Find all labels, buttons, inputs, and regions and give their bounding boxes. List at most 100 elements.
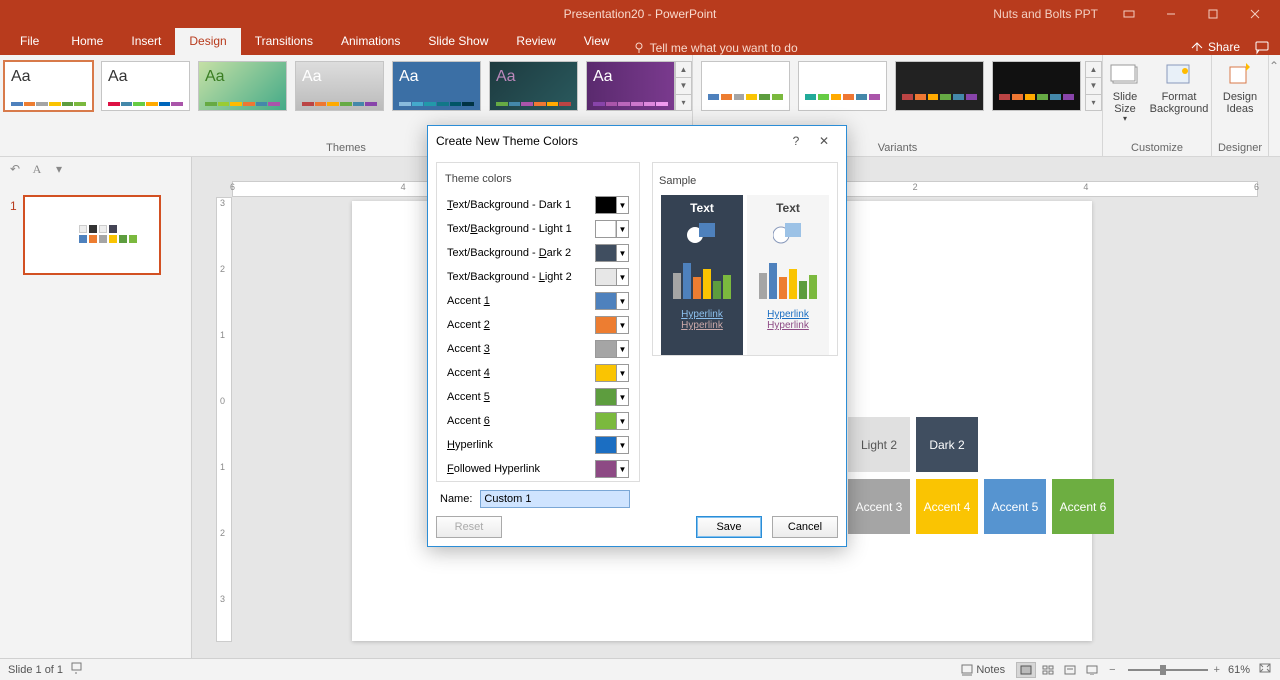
color-label: Accent 6 [447, 415, 490, 427]
zoom-level[interactable]: 61% [1228, 664, 1250, 676]
color-picker[interactable]: ▼ [595, 292, 629, 310]
collapse-ribbon-icon[interactable]: ⌃ [1269, 55, 1280, 156]
fit-to-window-icon[interactable] [1258, 662, 1272, 677]
color-row-3: Text/Background - Light 2 ▼ [447, 265, 629, 289]
group-themes-label: Themes [326, 142, 366, 154]
color-row-11: Followed Hyperlink ▼ [447, 457, 629, 481]
color-picker[interactable]: ▼ [595, 364, 629, 382]
theme-item-1[interactable]: Aa [101, 61, 190, 111]
close-icon[interactable] [1234, 2, 1276, 26]
name-label: Name: [440, 493, 472, 505]
slideshow-view-icon[interactable] [1082, 662, 1102, 678]
normal-view-icon[interactable] [1016, 662, 1036, 678]
color-row-8: Accent 5▼ [447, 385, 629, 409]
variant-item-3[interactable] [992, 61, 1081, 111]
color-picker[interactable]: ▼ [595, 388, 629, 406]
tab-slideshow[interactable]: Slide Show [414, 28, 502, 55]
qat-dropdown-icon[interactable]: ▾ [50, 160, 68, 178]
color-row-5: Accent 2▼ [447, 313, 629, 337]
dialog-title: Create New Theme Colors [436, 134, 782, 148]
color-row-10: Hyperlink▼ [447, 433, 629, 457]
variant-item-0[interactable] [701, 61, 790, 111]
theme-colors-legend: Theme colors [443, 173, 514, 185]
zoom-slider[interactable] [1128, 669, 1208, 671]
tab-review[interactable]: Review [502, 28, 569, 55]
color-picker[interactable]: ▼ [595, 412, 629, 430]
swatch-dark2: Dark 2 [916, 417, 978, 472]
spellcheck-icon[interactable] [71, 662, 85, 677]
reading-view-icon[interactable] [1060, 662, 1080, 678]
format-background-button[interactable]: Format Background [1147, 55, 1211, 156]
color-label: Text/Background - Dark 1 [447, 199, 571, 211]
save-button[interactable]: Save [696, 516, 762, 538]
user-label: Nuts and Bolts PPT [993, 7, 1098, 21]
color-picker[interactable]: ▼ [595, 244, 629, 262]
qat-undo-icon[interactable]: ↶ [6, 160, 24, 178]
color-label: Text/Background - Light 2 [447, 271, 572, 283]
color-label: Accent 1 [447, 295, 490, 307]
sample-legend: Sample [657, 175, 698, 187]
tab-design[interactable]: Design [175, 28, 240, 55]
color-label: Text/Background - Light 1 [447, 223, 572, 235]
variants-scroll[interactable]: ▲▼▾ [1085, 61, 1102, 111]
tab-view[interactable]: View [570, 28, 624, 55]
color-row-6: Accent 3▼ [447, 337, 629, 361]
dialog-help-icon[interactable]: ? [782, 129, 810, 153]
cancel-button[interactable]: Cancel [772, 516, 838, 538]
zoom-in-icon[interactable]: + [1214, 664, 1220, 676]
color-label: Text/Background - Dark 2 [447, 247, 571, 259]
theme-item-6[interactable]: Aa [586, 61, 675, 111]
minimize-icon[interactable] [1150, 2, 1192, 26]
theme-item-2[interactable]: Aa [198, 61, 287, 111]
color-picker[interactable]: ▼ [595, 460, 629, 478]
theme-item-3[interactable]: Aa [295, 61, 384, 111]
color-picker[interactable]: ▼ [595, 196, 629, 214]
color-picker[interactable]: ▼ [595, 316, 629, 334]
dialog-close-icon[interactable]: ✕ [810, 129, 838, 153]
themes-scroll[interactable]: ▲▼▾ [675, 61, 692, 111]
color-row-2: Text/Background - Dark 2 ▼ [447, 241, 629, 265]
swatch-accent4: Accent 4 [916, 479, 978, 534]
ribbon-options-icon[interactable] [1108, 2, 1150, 26]
notes-button[interactable]: Notes [961, 664, 1005, 676]
color-picker[interactable]: ▼ [595, 436, 629, 454]
tab-animations[interactable]: Animations [327, 28, 414, 55]
share-button[interactable]: Share [1190, 40, 1240, 54]
theme-item-4[interactable]: Aa [392, 61, 481, 111]
theme-item-5[interactable]: Aa [489, 61, 578, 111]
slide-size-button[interactable]: Slide Size▾ [1103, 55, 1147, 156]
name-input[interactable] [480, 490, 630, 508]
group-designer-label: Designer [1218, 142, 1262, 154]
color-row-0: Text/Background - Dark 1 ▼ [447, 193, 629, 217]
vertical-ruler: 3210123 [216, 197, 232, 642]
zoom-out-icon[interactable]: − [1109, 664, 1115, 676]
sample-light: Text Hyperlink Hyperlink [747, 195, 829, 355]
group-customize-label: Customize [1131, 142, 1183, 154]
design-ideas-button[interactable]: Design Ideas [1212, 55, 1268, 156]
tab-file[interactable]: File [6, 28, 57, 55]
theme-item-0[interactable]: Aa [4, 61, 93, 111]
comments-icon[interactable] [1254, 39, 1270, 55]
swatch-accent6: Accent 6 [1052, 479, 1114, 534]
color-picker[interactable]: ▼ [595, 220, 629, 238]
color-picker[interactable]: ▼ [595, 340, 629, 358]
slide-thumbnail[interactable] [23, 195, 161, 275]
tell-me[interactable]: Tell me what you want to do [632, 41, 798, 55]
color-row-4: Accent 1 ▼ [447, 289, 629, 313]
variant-item-1[interactable] [798, 61, 887, 111]
maximize-icon[interactable] [1192, 2, 1234, 26]
swatch-accent3: Accent 3 [848, 479, 910, 534]
status-slide-info: Slide 1 of 1 [8, 664, 63, 676]
tab-insert[interactable]: Insert [117, 28, 175, 55]
color-row-7: Accent 4▼ [447, 361, 629, 385]
sorter-view-icon[interactable] [1038, 662, 1058, 678]
swatch-light2: Light 2 [848, 417, 910, 472]
thumbnail-number: 1 [10, 195, 17, 213]
tab-home[interactable]: Home [57, 28, 117, 55]
color-picker[interactable]: ▼ [595, 268, 629, 286]
tab-transitions[interactable]: Transitions [241, 28, 327, 55]
reset-button[interactable]: Reset [436, 516, 502, 538]
qat-font-icon[interactable]: A [28, 160, 46, 178]
color-label: Followed Hyperlink [447, 463, 540, 475]
variant-item-2[interactable] [895, 61, 984, 111]
